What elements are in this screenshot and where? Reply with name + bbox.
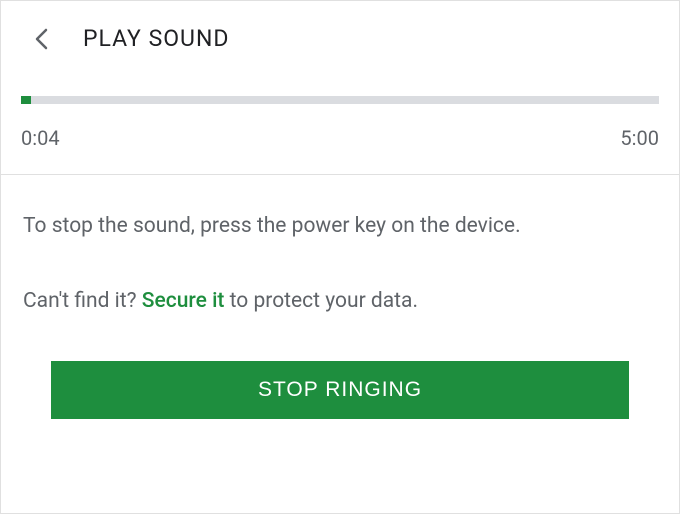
secondary-suffix: to protect your data. (224, 289, 418, 313)
secure-link[interactable]: Secure it (142, 289, 225, 313)
time-row: 0:04 5:00 (21, 126, 659, 150)
body-section: To stop the sound, press the power key o… (1, 175, 679, 313)
page-title: PLAY SOUND (83, 25, 229, 52)
stop-ringing-button[interactable]: STOP RINGING (51, 361, 629, 419)
progress-fill (21, 96, 31, 104)
button-wrap: STOP RINGING (1, 313, 679, 449)
progress-section: 0:04 5:00 (1, 68, 679, 174)
time-elapsed: 0:04 (21, 126, 60, 150)
header: PLAY SOUND (1, 1, 679, 68)
time-total: 5:00 (620, 126, 659, 150)
instruction-text: To stop the sound, press the power key o… (23, 211, 657, 243)
back-icon[interactable] (29, 27, 53, 51)
secondary-prefix: Can't find it? (23, 289, 142, 313)
secondary-text: Can't find it? Secure it to protect your… (23, 289, 657, 313)
progress-track[interactable] (21, 96, 659, 104)
